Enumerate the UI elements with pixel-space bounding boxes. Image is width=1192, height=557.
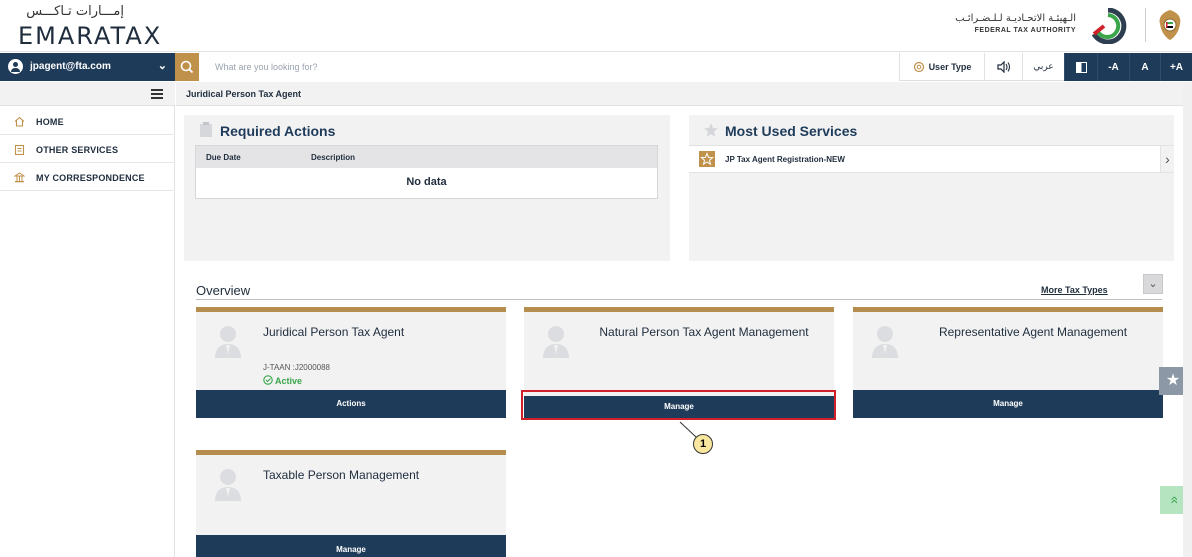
sidebar-item-other-services[interactable]: OTHER SERVICES (0, 135, 175, 163)
search-button[interactable] (175, 53, 199, 81)
sidebar-item-my-correspondence[interactable]: MY CORRESPONDENCE (0, 163, 175, 191)
most-used-service-item[interactable]: JP Tax Agent Registration-NEW › (689, 145, 1174, 173)
empty-state-text: No data (406, 176, 447, 188)
emaratax-logo[interactable]: إمـــارات تـاكـــس EMARATAX (12, 4, 163, 50)
person-placeholder-icon (215, 326, 241, 358)
contrast-button[interactable] (1064, 53, 1097, 81)
home-icon (14, 116, 25, 127)
header: إمـــارات تـاكـــس EMARATAX الـهيئـة الا… (0, 0, 1192, 52)
required-actions-title: Required Actions (220, 123, 336, 139)
sidebar-item-home[interactable]: HOME (0, 107, 175, 135)
fta-english-text: FEDERAL TAX AUTHORITY (974, 27, 1076, 34)
user-type-label: User Type (928, 62, 972, 72)
logo-english-text: EMARATAX (18, 22, 163, 50)
uae-emblem-icon (1159, 10, 1181, 40)
font-decrease-button[interactable]: -A (1097, 53, 1129, 81)
highlight-box (521, 390, 836, 420)
fta-arabic-text: الـهيئـة الاتحـاديـة لـلـضـرائـب (955, 13, 1076, 24)
card-representative-agent-management: Representative Agent Management Manage (853, 307, 1163, 418)
speaker-icon (996, 61, 1010, 73)
card-taxable-person-management: Taxable Person Management Manage (196, 450, 506, 557)
status-text: Active (275, 376, 303, 386)
sidebar-item-label: OTHER SERVICES (36, 145, 119, 155)
gear-icon (913, 61, 924, 73)
language-toggle[interactable]: عربي (1022, 53, 1064, 81)
expand-chevron-button[interactable]: ⌄ (1143, 274, 1163, 294)
hamburger-menu-icon[interactable] (151, 89, 163, 99)
card-juridical-person-tax-agent: Juridical Person Tax Agent J-TAAN :J2000… (196, 307, 506, 418)
sidebar-toggle-row (0, 82, 175, 106)
table-header: Due Date Description (196, 146, 657, 168)
person-placeholder-icon (872, 326, 898, 358)
overview-title: Overview (196, 283, 251, 298)
more-tax-types-link[interactable]: More Tax Types (1041, 285, 1108, 295)
sidebar: HOME OTHER SERVICES MY CORRESPONDENCE (0, 82, 175, 557)
clipboard-icon (14, 144, 25, 155)
chevron-right-icon[interactable]: › (1160, 146, 1174, 172)
sidebar-item-label: HOME (36, 117, 64, 127)
fta-logo: الـهيئـة الاتحـاديـة لـلـضـرائـب FEDERAL… (938, 8, 1128, 44)
most-used-services-panel: Most Used Services JP Tax Agent Registra… (689, 115, 1174, 261)
service-label: JP Tax Agent Registration-NEW (725, 155, 845, 164)
sidebar-item-label: MY CORRESPONDENCE (36, 173, 145, 183)
user-type-button[interactable]: User Type (899, 53, 984, 81)
service-star-icon (699, 151, 715, 167)
building-icon (14, 172, 25, 183)
speaker-button[interactable] (984, 53, 1022, 81)
search-icon (180, 60, 194, 74)
status-badge: Active (263, 375, 302, 386)
most-used-services-title: Most Used Services (725, 123, 858, 139)
font-increase-button[interactable]: +A (1160, 53, 1192, 81)
card-title: Taxable Person Management (263, 468, 420, 482)
card-title: Representative Agent Management (938, 325, 1128, 339)
step-number-badge: 1 (693, 434, 713, 454)
actions-button[interactable]: Actions (196, 390, 506, 418)
column-description: Description (311, 153, 356, 162)
person-placeholder-icon (215, 469, 241, 501)
breadcrumb: Juridical Person Tax Agent (176, 82, 1192, 106)
person-placeholder-icon (543, 326, 569, 358)
check-circle-icon (263, 375, 273, 385)
user-email: jpagent@fta.com (30, 61, 111, 72)
font-normal-button[interactable]: A (1129, 53, 1160, 81)
manage-button[interactable]: Manage (196, 535, 506, 557)
required-actions-table: Due Date Description No data (195, 145, 658, 199)
contrast-icon (1075, 61, 1087, 73)
card-title: Natural Person Tax Agent Management (599, 325, 809, 339)
card-title: Juridical Person Tax Agent (263, 325, 405, 339)
user-avatar-icon (8, 59, 23, 74)
chevron-down-icon: ⌄ (157, 60, 167, 72)
fta-mark-icon (1091, 8, 1127, 44)
header-divider (1145, 8, 1146, 42)
top-bar: jpagent@fta.com ⌄ User Type عربي -A A +A (0, 53, 1192, 81)
page-scrollbar[interactable] (1183, 82, 1192, 557)
logo-arabic-text: إمـــارات تـاكـــس (26, 4, 124, 19)
column-due-date: Due Date (206, 153, 241, 162)
required-actions-panel: Required Actions Due Date Description No… (184, 115, 670, 261)
search-input[interactable] (199, 53, 899, 81)
user-menu[interactable]: jpagent@fta.com ⌄ (0, 53, 175, 81)
card-taan-number: J-TAAN :J2000088 (263, 363, 330, 372)
manage-button[interactable]: Manage (853, 390, 1163, 418)
document-icon (200, 122, 212, 137)
overview-divider (196, 299, 1162, 300)
star-icon (704, 123, 718, 137)
